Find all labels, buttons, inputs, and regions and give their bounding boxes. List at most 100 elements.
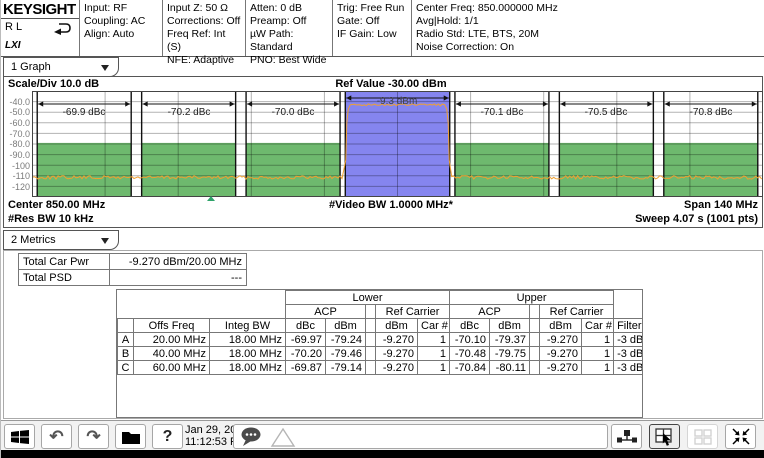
- sequence-view-button[interactable]: [611, 424, 642, 449]
- analyzer-screen: KEYSIGHT R L LXI Input: RF Coupling: AC …: [0, 0, 764, 458]
- table-row: Total PSD ---: [19, 270, 247, 286]
- spectrum-plot[interactable]: -69.9 dBc -70.2 dBc -70.0 dBc -9.3 dBm -…: [32, 91, 763, 197]
- messages-icon: [239, 426, 266, 448]
- collapse-arrows-icon: [731, 427, 751, 446]
- res-bw-annot: #Res BW 10 kHz: [8, 213, 94, 225]
- group-header-ref-carrier: Ref Carrier: [376, 305, 450, 319]
- table-row: A 20.00 MHz 18.00 MHz -69.97 -79.24 -9.2…: [118, 333, 643, 347]
- col-header: dBm: [376, 319, 418, 333]
- row-id: B: [118, 347, 134, 361]
- ref-value-label: Ref Value -30.00 dBm: [335, 78, 446, 90]
- sweep-annot: Sweep 4.07 s (1001 pts): [635, 213, 758, 225]
- col-header: Integ BW: [210, 319, 286, 333]
- logo-box: KEYSIGHT R L LXI: [1, 0, 79, 56]
- col-header: Car #: [418, 319, 450, 333]
- row-id: A: [118, 333, 134, 347]
- table-row: Offs Freq Integ BW dBc dBm dBm Car # dBc…: [118, 319, 643, 333]
- header-col-inputz: Input Z: 50 Ω Corrections: Off Freq Ref:…: [162, 0, 245, 56]
- bottom-black-strip: [1, 450, 764, 458]
- col-header: dBc: [286, 319, 326, 333]
- group-header-acp: ACP: [286, 305, 366, 319]
- warning-triangle-icon: [270, 426, 296, 448]
- y-axis-label: -120: [4, 182, 30, 192]
- marker-caret-icon: [207, 196, 215, 201]
- y-axis-label: -90.0: [4, 150, 30, 160]
- metrics-window: Total Car Pwr -9.270 dBm/20.00 MHz Total…: [3, 250, 763, 419]
- keysight-logo: KEYSIGHT: [1, 0, 79, 19]
- remote-local-indicator: R L: [5, 21, 22, 33]
- col-header: dBc: [450, 319, 490, 333]
- col-header: Offs Freq: [134, 319, 210, 333]
- folder-icon: [121, 429, 141, 445]
- help-icon: ?: [163, 428, 173, 445]
- row-id: C: [118, 361, 134, 375]
- group-header-ref-carrier: Ref Carrier: [540, 305, 614, 319]
- acp-results-table: Lower Upper ACP Ref Carrier ACP Ref Carr…: [117, 290, 643, 375]
- file-explorer-button[interactable]: [115, 424, 146, 449]
- group-header-acp: ACP: [450, 305, 530, 319]
- undo-icon: ↶: [49, 428, 63, 445]
- header-col-atten: Atten: 0 dB Preamp: Off µW Path: Standar…: [245, 0, 332, 56]
- status-message-bar[interactable]: [233, 424, 608, 449]
- offset-result-label: -69.9 dBc: [63, 107, 106, 118]
- collapse-window-button[interactable]: [725, 424, 756, 449]
- y-axis-label: -50.0: [4, 107, 30, 117]
- window-select-button[interactable]: [649, 424, 680, 449]
- col-header: Filter: [614, 319, 643, 333]
- redo-icon: ↷: [86, 428, 100, 445]
- y-axis-label: -80.0: [4, 139, 30, 149]
- header-bar: KEYSIGHT R L LXI Input: RF Coupling: AC …: [1, 0, 764, 57]
- undo-button[interactable]: ↶: [41, 424, 72, 449]
- acp-results-box: Lower Upper ACP Ref Carrier ACP Ref Carr…: [116, 289, 643, 418]
- dropdown-arrow-icon: [101, 65, 109, 71]
- col-header: dBm: [326, 319, 366, 333]
- metrics-selector-dropdown[interactable]: 2 Metrics: [3, 230, 119, 250]
- group-header-lower: Lower: [286, 291, 450, 305]
- redo-button[interactable]: ↷: [78, 424, 109, 449]
- y-axis-label: -70.0: [4, 129, 30, 139]
- graph-window: Scale/Div 10.0 dB Ref Value -30.00 dBm -…: [3, 76, 763, 228]
- col-header: Car #: [582, 319, 614, 333]
- y-axis-label: -40.0: [4, 97, 30, 107]
- group-header-upper: Upper: [450, 291, 614, 305]
- col-header: dBm: [490, 319, 530, 333]
- lxi-label: LXI: [5, 40, 21, 51]
- y-axis-label: -110: [4, 171, 30, 181]
- table-row: Lower Upper: [118, 291, 643, 305]
- y-axis-label: -100: [4, 161, 30, 171]
- graph-selector-dropdown[interactable]: 1 Graph: [3, 57, 119, 77]
- window-cursor-icon: [654, 427, 676, 447]
- grid-layout-button[interactable]: [687, 424, 718, 449]
- video-bw-annot: #Video BW 1.0000 MHz*: [329, 199, 453, 211]
- table-row: B 40.00 MHz 18.00 MHz -70.20 -79.46 -9.2…: [118, 347, 643, 361]
- dropdown-arrow-icon: [101, 238, 109, 244]
- total-power-table: Total Car Pwr -9.270 dBm/20.00 MHz Total…: [18, 253, 247, 286]
- header-col-input: Input: RF Coupling: AC Align: Auto: [79, 0, 162, 56]
- offset-result-label: -70.0 dBc: [272, 107, 315, 118]
- offset-result-label: -70.5 dBc: [585, 107, 628, 118]
- offset-result-label: -70.1 dBc: [481, 107, 524, 118]
- bottom-toolbar: ↶ ↷ ? Jan 29, 2020 11:12:53 PM: [1, 420, 764, 450]
- metric-value: -9.270 dBm/20.00 MHz: [110, 254, 247, 270]
- center-freq-annot: Center 850.00 MHz: [8, 199, 105, 211]
- offset-result-label: -70.2 dBc: [168, 107, 211, 118]
- header-col-trig: Trig: Free Run Gate: Off IF Gain: Low: [332, 0, 411, 56]
- carrier-power-label: -9.3 dBm: [377, 96, 418, 107]
- table-row: C 60.00 MHz 18.00 MHz -69.87 -79.14 -9.2…: [118, 361, 643, 375]
- table-row: Total Car Pwr -9.270 dBm/20.00 MHz: [19, 254, 247, 270]
- y-axis-label: -60.0: [4, 118, 30, 128]
- span-annot: Span 140 MHz: [684, 199, 758, 211]
- grid-icon: [693, 428, 713, 446]
- help-button[interactable]: ?: [152, 424, 183, 449]
- col-header: dBm: [540, 319, 582, 333]
- windows-icon: [10, 428, 30, 446]
- header-col-meas: Center Freq: 850.000000 MHz Avg|Hold: 1/…: [411, 0, 764, 56]
- metric-label: Total PSD: [19, 270, 110, 286]
- offset-result-label: -70.8 dBc: [690, 107, 733, 118]
- scale-div-label: Scale/Div 10.0 dB: [8, 78, 99, 90]
- continuous-sweep-icon: [51, 21, 73, 35]
- metric-value: ---: [110, 270, 247, 286]
- metric-label: Total Car Pwr: [19, 254, 110, 270]
- node-sequence-icon: [616, 428, 638, 446]
- start-menu-button[interactable]: [4, 424, 35, 449]
